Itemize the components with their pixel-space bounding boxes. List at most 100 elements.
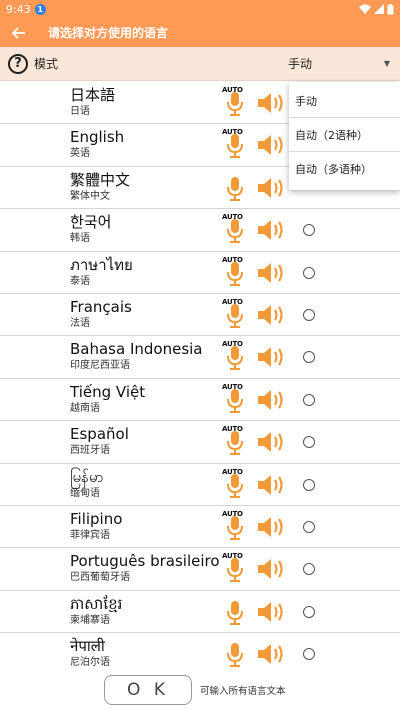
mode-option[interactable]: 自动（多语种） — [289, 152, 400, 186]
microphone-button[interactable] — [222, 637, 248, 668]
signal-icon — [374, 4, 384, 14]
language-chinese-name: 巴西葡萄牙语 — [70, 572, 130, 584]
back-button[interactable] — [0, 18, 38, 47]
microphone-button[interactable] — [222, 171, 248, 205]
microphone-button[interactable]: AUTO — [222, 256, 248, 290]
language-chinese-name: 法语 — [70, 317, 90, 329]
microphone-button[interactable]: AUTO — [222, 340, 248, 374]
arrow-left-icon — [12, 26, 25, 39]
language-radio[interactable] — [303, 605, 315, 618]
language-row[interactable]: မြန်မာ 缅甸语 AUTO — [0, 464, 400, 506]
language-chinese-name: 繁体中文 — [70, 190, 110, 202]
microphone-icon — [227, 346, 243, 374]
language-native-name: Français — [70, 297, 132, 316]
language-names: Tiếng Việt 越南语 — [70, 382, 220, 416]
language-radio[interactable] — [303, 563, 315, 576]
mode-option[interactable]: 自动（2语种） — [289, 118, 400, 152]
microphone-icon — [227, 388, 243, 417]
language-names: Filipino 菲律宾语 — [70, 509, 220, 543]
microphone-button[interactable]: AUTO — [222, 383, 248, 417]
dropdown-caret-icon: ▼ — [383, 59, 390, 68]
ok-button[interactable]: O K — [104, 675, 192, 705]
language-row[interactable]: Español 西班牙语 AUTO — [0, 421, 400, 464]
microphone-icon — [227, 558, 243, 586]
language-native-name: English — [70, 128, 125, 147]
microphone-icon — [227, 134, 243, 162]
speaker-icon[interactable] — [257, 387, 287, 417]
input-note: 可输入所有语言文本 — [200, 686, 286, 697]
microphone-button[interactable]: AUTO — [222, 86, 248, 120]
help-icon[interactable]: ? — [8, 53, 28, 74]
microphone-icon — [227, 261, 243, 290]
mode-option[interactable]: 手动 — [289, 84, 400, 118]
speaker-icon[interactable] — [257, 514, 287, 544]
speaker-icon[interactable] — [257, 344, 287, 374]
language-native-name: नेपाली — [70, 637, 105, 656]
speaker-icon[interactable] — [257, 302, 287, 332]
language-radio[interactable] — [303, 393, 315, 406]
language-radio[interactable] — [303, 478, 315, 491]
language-row[interactable]: ภาษาไทย 泰语 AUTO — [0, 252, 400, 294]
app-bar: 请选择对方使用的语言 — [0, 18, 400, 47]
language-radio[interactable] — [303, 436, 315, 449]
microphone-button[interactable]: AUTO — [222, 468, 248, 502]
microphone-button[interactable]: AUTO — [222, 128, 248, 162]
speaker-icon[interactable] — [257, 90, 287, 120]
speaker-icon[interactable] — [257, 599, 287, 629]
battery-icon — [387, 3, 394, 14]
language-native-name: Filipino — [70, 509, 123, 528]
language-row[interactable]: Português brasileiro 巴西葡萄牙语 AUTO — [0, 548, 400, 591]
mode-label: 模式 — [34, 57, 59, 71]
language-native-name: Bahasa Indonesia — [70, 340, 203, 359]
language-radio[interactable] — [303, 308, 315, 321]
microphone-button[interactable] — [222, 595, 248, 629]
language-row[interactable]: Tiếng Việt 越南语 AUTO — [0, 379, 400, 422]
microphone-button[interactable]: AUTO — [222, 425, 248, 459]
language-radio[interactable] — [303, 224, 315, 237]
speaker-icon[interactable] — [257, 472, 287, 502]
microphone-button[interactable]: AUTO — [222, 510, 248, 544]
microphone-button[interactable]: AUTO — [222, 552, 248, 586]
language-radio[interactable] — [303, 351, 315, 364]
language-native-name: ภาษาไทย — [70, 255, 133, 274]
speaker-icon[interactable] — [257, 556, 287, 586]
status-time: 9:43 — [6, 2, 31, 16]
speaker-icon[interactable] — [257, 641, 287, 668]
language-names: မြန်မာ 缅甸语 — [70, 467, 220, 501]
notification-badge-icon: 1 — [34, 3, 46, 15]
language-row[interactable]: Filipino 菲律宾语 AUTO — [0, 506, 400, 549]
language-row[interactable]: Français 法语 AUTO — [0, 294, 400, 337]
microphone-icon — [227, 643, 243, 668]
speaker-icon[interactable] — [257, 429, 287, 459]
speaker-icon[interactable] — [257, 260, 287, 290]
mode-select[interactable]: 手动 ▼ — [288, 55, 392, 72]
language-chinese-name: 尼泊尔语 — [70, 657, 110, 668]
microphone-icon — [227, 219, 243, 247]
language-radio[interactable] — [303, 520, 315, 533]
status-icons — [359, 3, 394, 15]
microphone-icon — [227, 303, 243, 332]
language-names: Français 法语 — [70, 297, 220, 331]
mode-bar: ? 模式 手动 ▼ — [0, 47, 400, 81]
language-row[interactable]: 한국어 韩语 AUTO — [0, 209, 400, 252]
language-names: ภาษาไทย 泰语 — [70, 255, 220, 289]
language-native-name: 日本語 — [70, 86, 116, 104]
language-row[interactable]: ភាសាខ្មែរ 柬埔寨语 — [0, 591, 400, 634]
language-names: ភាសាខ្មែរ 柬埔寨语 — [70, 594, 220, 628]
language-names: नेपाली 尼泊尔语 — [70, 636, 220, 668]
speaker-icon[interactable] — [257, 132, 287, 162]
mode-selected-value: 手动 — [288, 57, 313, 71]
language-row[interactable]: नेपाली 尼泊尔语 — [0, 633, 400, 668]
speaker-icon[interactable] — [257, 175, 287, 205]
language-chinese-name: 菲律宾语 — [70, 529, 110, 541]
language-radio[interactable] — [303, 266, 315, 279]
speaker-icon[interactable] — [257, 217, 287, 247]
microphone-button[interactable]: AUTO — [222, 298, 248, 332]
language-native-name: ភាសាខ្មែរ — [70, 594, 123, 613]
language-chinese-name: 柬埔寨语 — [70, 614, 110, 626]
language-names: Bahasa Indonesia 印度尼西亚语 — [70, 339, 220, 373]
language-radio[interactable] — [303, 648, 315, 661]
microphone-icon — [227, 431, 243, 459]
microphone-button[interactable]: AUTO — [222, 213, 248, 247]
language-row[interactable]: Bahasa Indonesia 印度尼西亚语 AUTO — [0, 336, 400, 379]
